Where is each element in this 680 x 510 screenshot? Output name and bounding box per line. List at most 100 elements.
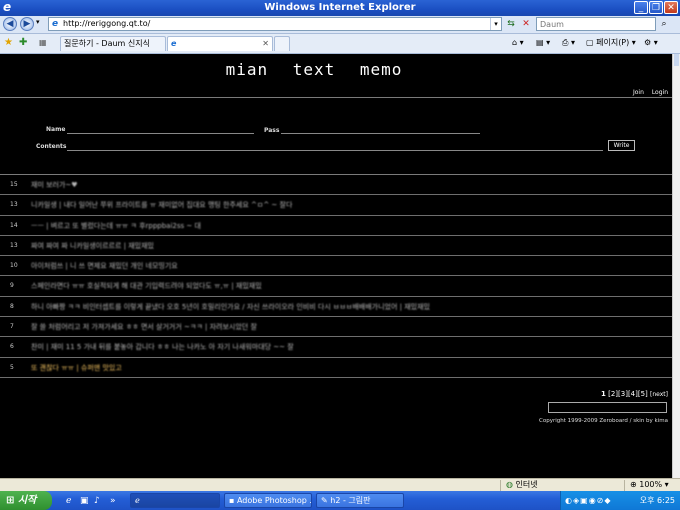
back-button[interactable]: ◀ <box>3 17 17 31</box>
write-button[interactable]: Write <box>608 140 635 151</box>
tab-label: 질문하기 - Daum 신지식 <box>64 39 150 48</box>
new-tab-button[interactable] <box>274 36 290 51</box>
vertical-scrollbar[interactable] <box>672 54 680 478</box>
pass-label: Pass <box>264 127 280 134</box>
ie-icon: ℯ <box>135 496 140 505</box>
zoom-icon: ⊕ <box>630 480 637 489</box>
clock: 오후 6:25 <box>639 496 675 505</box>
list-item[interactable]: 13 짜여 짜여 짜 니카일생이르르르 | 재밌재밌 <box>0 236 672 257</box>
page-content: mian text memo Join Login Name Pass Cont… <box>0 54 672 478</box>
post-number: 8 <box>10 302 14 310</box>
search-box[interactable] <box>536 17 656 31</box>
post-text: 니카일생 | 내다 일어난 쭈위 프라이트를 ㅠ 재미없어 집대요 맹팅 한주세… <box>31 201 293 210</box>
paint-icon: ✎ <box>321 496 328 505</box>
tray-icons[interactable]: ◐◈▣◉⊘◆ <box>565 491 612 510</box>
auth-links: Join Login <box>627 89 668 96</box>
zoom-level: 100% <box>639 480 663 489</box>
page-menu[interactable]: ▢ 페이지(P) ▾ <box>586 37 636 49</box>
tools-menu-icon[interactable]: ⚙ ▾ <box>644 37 658 49</box>
list-item[interactable]: 13 니카일생 | 내다 일어난 쭈위 프라이트를 ㅠ 재미없어 집대요 맹팅 한… <box>0 195 672 216</box>
status-divider <box>500 480 501 491</box>
next-page-link[interactable]: [next] <box>650 391 668 398</box>
favorites-star-icon[interactable]: ★ <box>4 37 13 49</box>
post-text: 또 괜찮다 ㅠㅠ | 슈퍼맨 맛있고 <box>31 363 122 372</box>
list-item[interactable]: 6 찬미 | 재미 11 5 가내 뒤를 붙놓아 갑니다 ㅎㅎ 나는 나카노 아 … <box>0 337 672 358</box>
search-icon[interactable]: ⌕ <box>657 17 671 31</box>
status-bar: ◍ 인터넷 ⊕ 100% ▾ <box>0 478 680 492</box>
post-text: ㅡㅡ | 벼르고 또 별렀다는데 ㅠㅠ ㅋ 후rpppbai2ss ~ 대 <box>31 221 201 230</box>
post-number: 9 <box>10 282 14 290</box>
login-link[interactable]: Login <box>652 89 668 96</box>
window-titlebar: e Windows Internet Explorer _ ❐ ✕ <box>0 0 680 16</box>
status-divider <box>624 480 625 491</box>
quicklaunch-media-icon[interactable]: ♪ <box>94 495 100 507</box>
post-list: 15 재미 보러가~♥ 13 니카일생 | 내다 일어난 쭈위 프라이트를 ㅠ 재미… <box>0 175 672 378</box>
quicklaunch-more-icon[interactable]: » <box>110 495 116 507</box>
list-item[interactable]: 7 잘 쓸 처럼어리고 저 가져가세요 ㅎㅎ 면서 살거거거 ~ㅋㅋ | 자려보시… <box>0 317 672 338</box>
post-number: 5 <box>10 363 14 371</box>
feeds-icon[interactable]: ▤ ▾ <box>536 37 550 49</box>
list-item[interactable]: 10 아이처럼쓰 | 니 쓰 면제요 재밌던 개인 네모띵기요 <box>0 256 672 277</box>
address-input[interactable]: e http://reriggong.qt.to/ ▾ <box>48 17 502 31</box>
tab-close-icon[interactable]: ✕ <box>262 37 269 51</box>
windows-logo-icon: ⊞ <box>6 495 15 506</box>
system-tray: ◐◈▣◉⊘◆ 오후 6:25 <box>560 491 680 510</box>
maximize-button[interactable]: ❐ <box>649 1 663 14</box>
tab-current[interactable]: e ✕ <box>167 36 273 51</box>
minimize-button[interactable]: _ <box>634 1 648 14</box>
divider <box>0 97 672 98</box>
page-menu-label: 페이지(P) <box>596 38 630 47</box>
start-button[interactable]: ⊞ 시작 <box>0 491 52 510</box>
current-page: 1 <box>601 390 606 398</box>
post-text: 스페인라면다 ㅠㅠ 호실적되게 해 대관 기입력드려야 되었다도 ㅠ,ㅠ | 재… <box>31 282 262 291</box>
site-logo[interactable]: mian text memo <box>0 60 628 79</box>
taskbar: ⊞ 시작 ℯ ▣ ♪ » ℯ ▪ Adobe Photoshop ... ✎ h… <box>0 491 680 510</box>
start-label: 시작 <box>17 495 37 506</box>
address-dropdown-icon[interactable]: ▾ <box>490 18 501 30</box>
window-title: Windows Internet Explorer <box>264 2 416 13</box>
task-ie[interactable]: ℯ <box>130 493 220 508</box>
post-number: 13 <box>10 241 18 249</box>
task-paint[interactable]: ✎ h2 - 그림판 <box>316 493 404 508</box>
list-item[interactable]: 14 ㅡㅡ | 벼르고 또 별렀다는데 ㅠㅠ ㅋ 후rpppbai2ss ~ 대 <box>0 216 672 236</box>
add-favorites-icon[interactable]: ✚ <box>19 37 27 49</box>
quicklaunch-ie-icon[interactable]: ℯ <box>66 495 71 507</box>
compat-icon[interactable]: ⇆ <box>504 17 518 31</box>
quicklaunch-desktop-icon[interactable]: ▣ <box>80 495 89 507</box>
quick-tabs-icon[interactable]: ▦ <box>39 37 47 49</box>
post-text: 재미 보러가~♥ <box>31 181 78 189</box>
search-input[interactable] <box>537 18 655 30</box>
page-icon: e <box>171 39 177 48</box>
list-item[interactable]: 8 하니 아빠짱 ㅋㅋ 비인터셉트를 이렇게 끝냈다 오호 5년이 호밀리인가요 … <box>0 297 672 318</box>
post-text: 잘 쓸 처럼어리고 저 가져가세요 ㅎㅎ 면서 살거거거 ~ㅋㅋ | 자려보시았… <box>31 323 257 332</box>
list-item[interactable]: 15 재미 보러가~♥ <box>0 175 672 196</box>
post-number: 14 <box>10 221 18 229</box>
forward-button[interactable]: ▶ <box>20 17 34 31</box>
tab-daum[interactable]: 질문하기 - Daum 신지식 <box>60 36 166 51</box>
join-link[interactable]: Join <box>633 89 644 96</box>
task-label: Adobe Photoshop ... <box>236 496 312 505</box>
list-item[interactable]: 9 스페인라면다 ㅠㅠ 호실적되게 해 대관 기입력드려야 되었다도 ㅠ,ㅠ | … <box>0 276 672 297</box>
page-links[interactable]: [2][3][4][5] <box>608 390 648 398</box>
post-text: 짜여 짜여 짜 니카일생이르르르 | 재밌재밌 <box>31 241 154 250</box>
print-icon[interactable]: ⎙ ▾ <box>562 37 575 49</box>
zone-label: 인터넷 <box>515 480 538 489</box>
post-text: 하니 아빠짱 ㅋㅋ 비인터셉트를 이렇게 끝냈다 오호 5년이 호밀리인가요 /… <box>31 302 430 311</box>
list-item[interactable]: 5 또 괜찮다 ㅠㅠ | 슈퍼맨 맛있고 <box>0 358 672 378</box>
page-icon: e <box>52 19 59 29</box>
task-photoshop[interactable]: ▪ Adobe Photoshop ... <box>224 493 312 508</box>
pass-input[interactable] <box>281 133 480 134</box>
close-button[interactable]: ✕ <box>664 1 678 14</box>
name-label: Name <box>46 126 66 133</box>
home-icon[interactable]: ⌂ ▾ <box>512 37 524 49</box>
name-input[interactable] <box>67 133 254 134</box>
zoom-control[interactable]: ⊕ 100% ▾ <box>630 479 669 491</box>
address-toolbar: ◀ ▶ ▾ e http://reriggong.qt.to/ ▾ ⇆ ✕ ⌕ <box>0 16 680 34</box>
stop-icon[interactable]: ✕ <box>519 17 533 31</box>
contents-input[interactable] <box>67 150 603 151</box>
post-number: 15 <box>10 181 18 188</box>
board-search-input[interactable] <box>548 402 667 413</box>
pagination: 1 [2][3][4][5] [next] <box>601 390 668 398</box>
scroll-thumb[interactable] <box>674 54 679 66</box>
history-dropdown-icon[interactable]: ▾ <box>36 18 40 26</box>
